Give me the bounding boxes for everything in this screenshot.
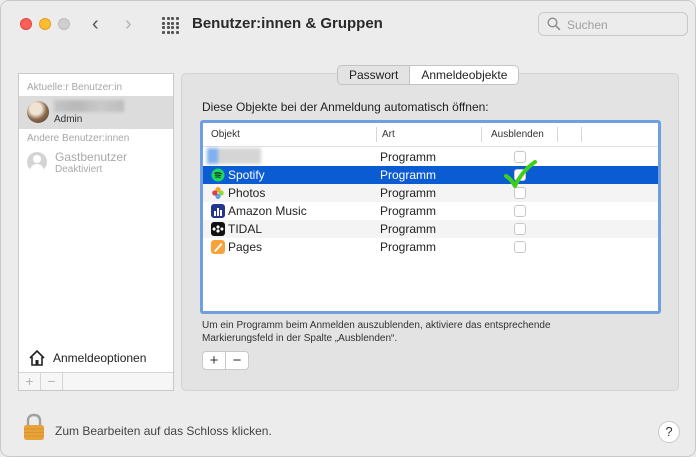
row-kind: Programm [380,186,437,200]
table-header: Objekt Art Ausblenden [203,123,658,147]
users-sidebar: Aktuelle:r Benutzer:in Admin Andere Benu… [18,73,174,391]
login-options-label: Anmeldeoptionen [53,351,147,365]
row-kind: Programm [380,240,437,254]
table-row[interactable]: Programm [203,148,658,166]
column-divider [481,127,482,142]
tab-password[interactable]: Passwort [338,66,409,84]
row-kind: Programm [380,150,437,164]
search-icon [547,17,561,31]
column-header-hide[interactable]: Ausblenden [491,129,544,140]
close-window-button[interactable] [20,18,32,30]
remove-item-button[interactable]: − [225,352,248,369]
hide-checkbox[interactable] [514,223,526,235]
row-name: Amazon Music [228,204,307,218]
search-field[interactable]: Suchen [538,12,688,36]
back-chevron-icon[interactable]: ‹ [92,13,99,35]
remove-user-button[interactable]: − [41,373,63,390]
sidebar-button-bar: + − [19,372,173,390]
tab-login-items[interactable]: Anmeldeobjekte [409,66,519,84]
show-all-grid-icon[interactable] [162,17,179,34]
table-row[interactable]: Spotify Programm [203,160,658,188]
hint-text: Um ein Programm beim Anmelden auszublend… [202,320,551,344]
other-users-section-label: Andere Benutzer:innen [27,133,130,144]
guest-user-status: Deaktiviert [55,164,103,175]
table-row[interactable]: Pages Programm [203,238,658,256]
row-kind: Programm [380,222,437,236]
lock-icon[interactable] [23,413,45,441]
window: ‹ › Benutzer:innen & Gruppen Suchen Aktu… [0,0,696,457]
row-name: Photos [228,186,266,200]
current-user-item[interactable]: Admin [19,96,173,129]
login-items-table[interactable]: Objekt Art Ausblenden Programm Spotify P… [200,120,661,314]
forward-chevron-icon[interactable]: › [125,13,132,35]
add-user-button[interactable]: + [19,373,41,390]
row-name: Pages [228,240,263,254]
pages-icon [211,240,225,254]
current-user-section-label: Aktuelle:r Benutzer:in [27,82,123,93]
title-bar: ‹ › Benutzer:innen & Gruppen Suchen [1,1,695,49]
lock-hint-text: Zum Bearbeiten auf das Schloss klicken. [55,424,272,438]
photos-icon [212,187,224,199]
column-header-kind[interactable]: Art [382,129,395,140]
user-role-label: Admin [54,114,83,125]
row-kind: Programm [380,168,437,182]
help-button[interactable]: ? [658,421,680,443]
spotify-icon [211,168,225,182]
tidal-icon [211,222,225,236]
row-kind: Programm [380,204,437,218]
column-divider [557,127,558,142]
table-row[interactable]: Amazon Music Programm [203,202,658,220]
tab-bar: Passwort Anmeldeobjekte [337,65,520,85]
add-remove-control: + − [202,351,249,370]
instruction-text: Diese Objekte bei der Anmeldung automati… [202,100,489,114]
search-placeholder: Suchen [567,18,608,32]
green-checkmark-icon [504,160,537,188]
hide-checkbox[interactable] [514,241,526,253]
zoom-window-button[interactable] [58,18,70,30]
window-title: Benutzer:innen & Gruppen [192,15,383,32]
row-name: TIDAL [228,222,263,236]
table-row[interactable]: TIDAL Programm [203,220,658,238]
blurred-app-icon [207,148,261,164]
avatar [27,101,49,123]
row-name: Spotify [228,168,265,182]
login-options-item[interactable]: Anmeldeoptionen [19,346,173,372]
table-row[interactable]: Photos Programm [203,184,658,202]
add-item-button[interactable]: + [203,352,225,369]
column-divider [581,127,582,142]
guest-user-name[interactable]: Gastbenutzer [55,150,127,164]
amazon-music-icon [211,204,225,218]
column-header-object[interactable]: Objekt [211,129,240,140]
minimize-window-button[interactable] [39,18,51,30]
column-divider [376,127,377,142]
hide-checkbox[interactable] [514,205,526,217]
house-icon [29,349,45,366]
blurred-username [54,100,124,112]
guest-avatar-icon [27,152,47,172]
